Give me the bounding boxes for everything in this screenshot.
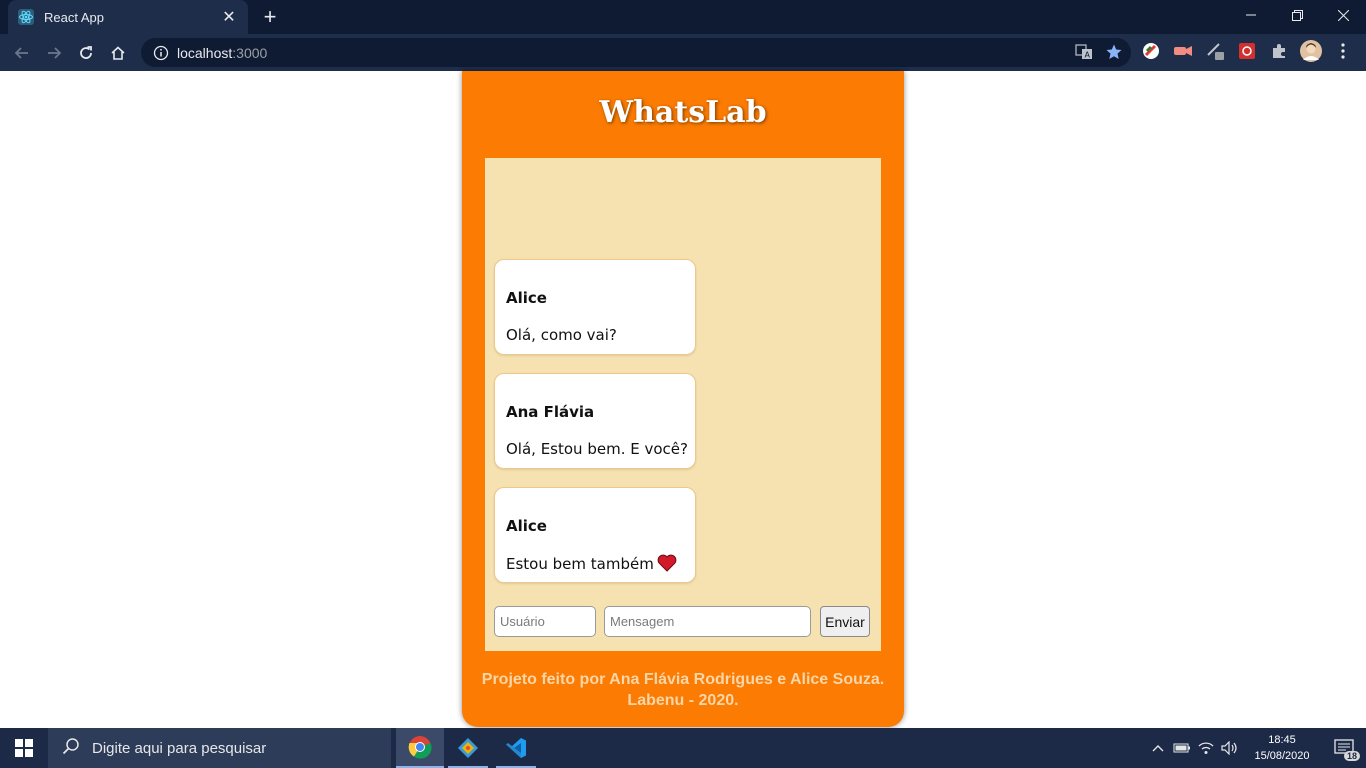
vscode-taskbar-icon[interactable] xyxy=(492,728,540,768)
message-text: Olá, como vai? xyxy=(506,326,617,344)
footer-line: Projeto feito por Ana Flávia Rodrigues e… xyxy=(481,671,885,688)
chat-area: Alice Olá, como vai? Ana Flávia Olá, Est… xyxy=(485,158,881,651)
footer-line: Labenu - 2020. xyxy=(627,692,739,709)
git-kraken-taskbar-icon[interactable] xyxy=(444,728,492,768)
restore-button[interactable] xyxy=(1274,0,1320,30)
chevron-up-icon[interactable] xyxy=(1146,728,1170,768)
page-viewport: WhatsLab Alice Olá, como vai? Ana Flávia… xyxy=(0,71,1366,728)
windows-start-icon[interactable] xyxy=(0,728,48,768)
message-text-wrap: Estou bem também xyxy=(506,554,677,573)
minimize-button[interactable] xyxy=(1228,0,1274,30)
window-controls xyxy=(1228,0,1366,34)
message-text: Olá, Estou bem. E você? xyxy=(506,440,688,458)
address-bar[interactable]: localhost :3000 A xyxy=(141,38,1131,67)
clock-date: 15/08/2020 xyxy=(1254,750,1310,762)
profile-avatar[interactable] xyxy=(1300,40,1322,62)
message-form: Enviar xyxy=(494,606,874,638)
react-icon xyxy=(18,9,34,25)
windows-taskbar: Digite aqui para pesquisar 18:45 15/08/2… xyxy=(0,728,1366,768)
home-icon[interactable] xyxy=(102,37,134,69)
chrome-taskbar-icon[interactable] xyxy=(396,728,444,768)
taskbar-search[interactable]: Digite aqui para pesquisar xyxy=(48,728,391,768)
browser-titlebar: React App ✕ + xyxy=(0,0,1366,34)
extension-icon-3[interactable] xyxy=(1204,40,1226,62)
search-placeholder: Digite aqui para pesquisar xyxy=(92,739,267,757)
message-bubble: Alice Olá, como vai? xyxy=(494,259,696,355)
close-window-button[interactable] xyxy=(1320,0,1366,30)
extension-icon-1[interactable] xyxy=(1140,40,1162,62)
action-center-icon[interactable]: 18 xyxy=(1322,728,1366,768)
tab-close-icon[interactable]: ✕ xyxy=(220,7,238,27)
extension-icon-4[interactable] xyxy=(1236,40,1258,62)
forward-icon[interactable] xyxy=(38,37,70,69)
search-icon xyxy=(62,737,80,760)
speaker-icon[interactable] xyxy=(1218,728,1242,768)
message-bubble: Alice Estou bem também xyxy=(494,487,696,583)
heart-icon xyxy=(657,554,677,572)
tab-title: React App xyxy=(44,9,104,25)
whatslab-card: WhatsLab Alice Olá, como vai? Ana Flávia… xyxy=(462,71,904,727)
taskbar-clock[interactable]: 18:45 15/08/2020 xyxy=(1242,732,1322,764)
menu-kebab-icon[interactable] xyxy=(1332,40,1354,62)
message-bubble: Ana Flávia Olá, Estou bem. E você? xyxy=(494,373,696,469)
message-user: Alice xyxy=(506,517,547,535)
translate-icon[interactable]: A xyxy=(1075,43,1093,66)
footer-credits: Projeto feito por Ana Flávia Rodrigues e… xyxy=(462,669,904,711)
clock-time: 18:45 xyxy=(1268,734,1296,746)
system-tray: 18:45 15/08/2020 18 xyxy=(1146,728,1366,768)
back-icon[interactable] xyxy=(6,37,38,69)
notification-count-badge: 18 xyxy=(1343,751,1360,761)
message-user: Alice xyxy=(506,289,547,307)
message-user: Ana Flávia xyxy=(506,403,595,421)
browser-toolbar: localhost :3000 A xyxy=(0,34,1366,71)
svg-text:A: A xyxy=(1085,51,1091,60)
user-input[interactable] xyxy=(494,606,596,637)
message-input[interactable] xyxy=(604,606,811,637)
puzzle-icon[interactable] xyxy=(1268,40,1290,62)
send-button[interactable]: Enviar xyxy=(820,606,870,637)
url-port: :3000 xyxy=(232,44,268,61)
bookmark-star-icon[interactable] xyxy=(1105,43,1123,66)
reload-icon[interactable] xyxy=(70,37,102,69)
extensions-area xyxy=(1140,40,1354,62)
battery-icon[interactable] xyxy=(1170,728,1194,768)
url-host: localhost xyxy=(177,44,233,61)
new-tab-button[interactable]: + xyxy=(258,5,282,29)
info-icon[interactable] xyxy=(153,45,169,61)
wifi-icon[interactable] xyxy=(1194,728,1218,768)
app-title: WhatsLab xyxy=(599,95,767,130)
message-text: Estou bem também xyxy=(506,555,654,573)
extension-icon-2[interactable] xyxy=(1172,40,1194,62)
browser-tab[interactable]: React App ✕ xyxy=(8,0,248,34)
